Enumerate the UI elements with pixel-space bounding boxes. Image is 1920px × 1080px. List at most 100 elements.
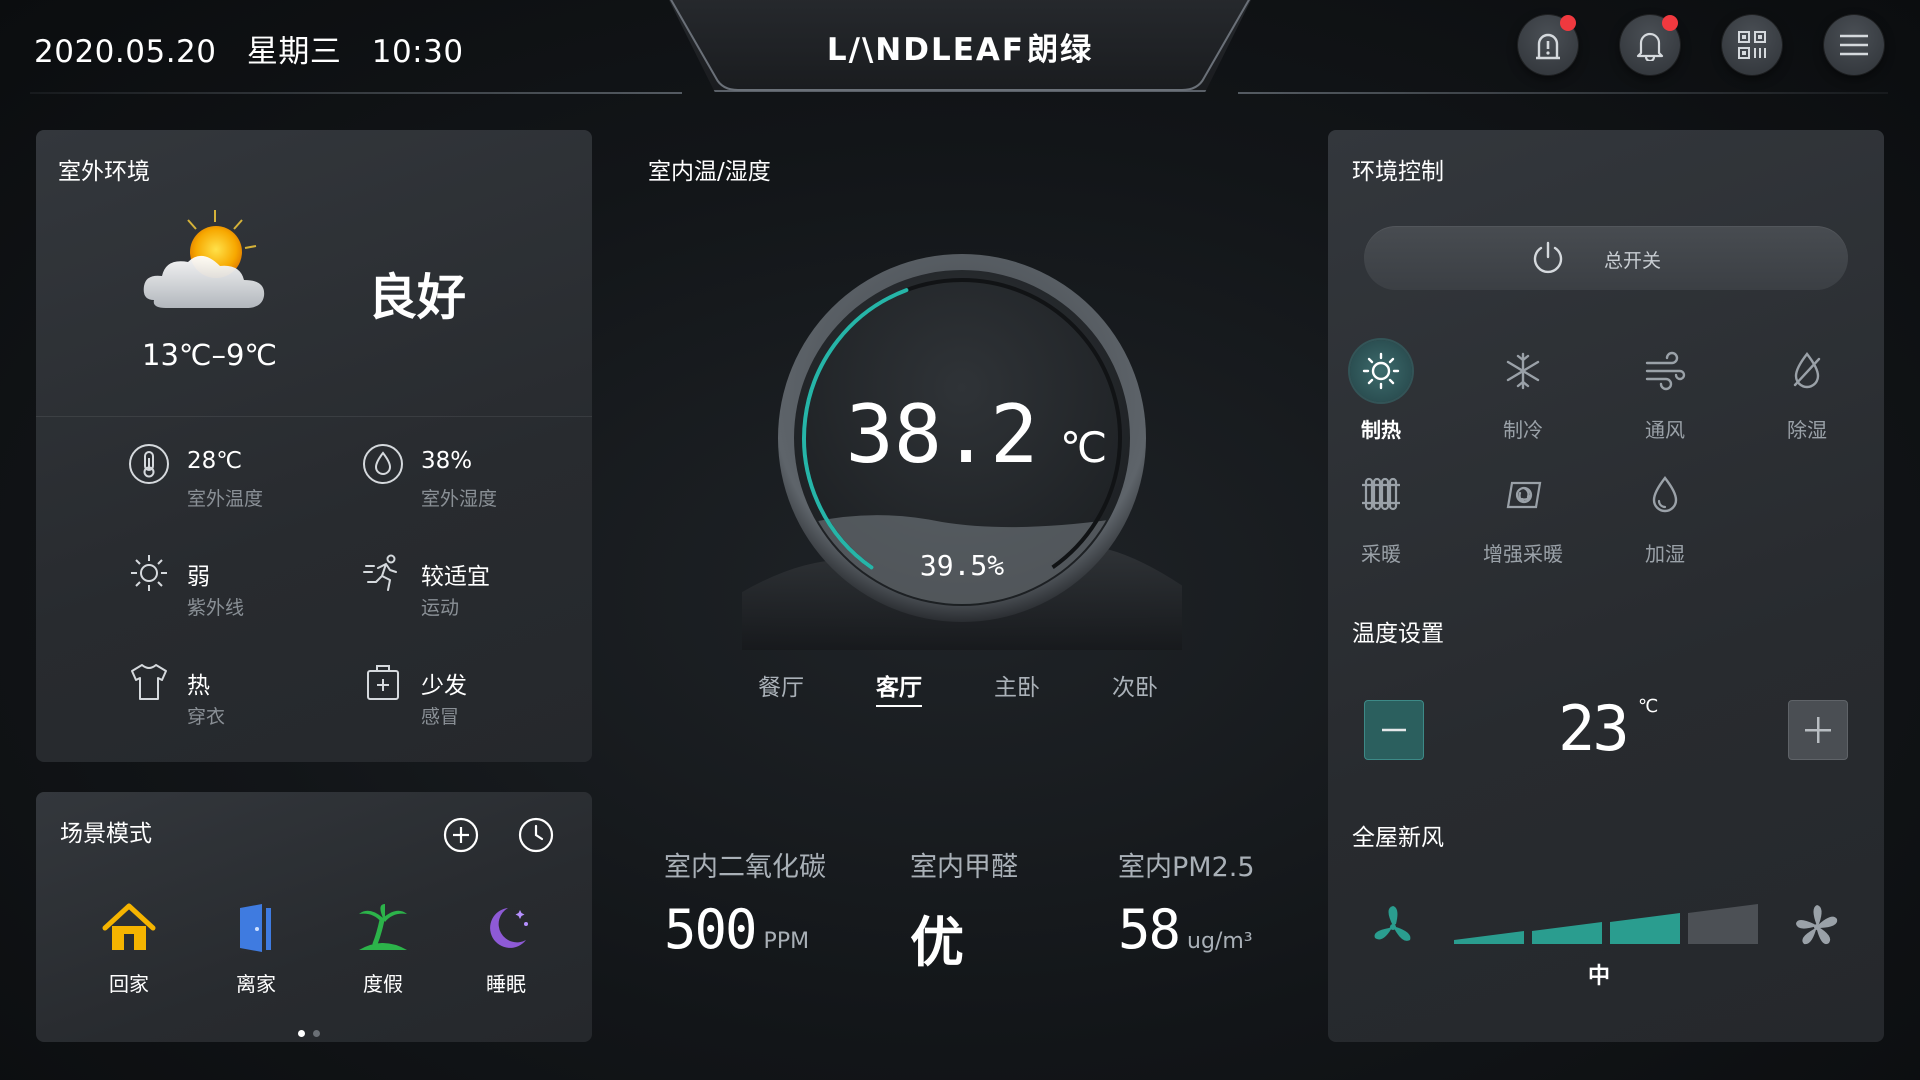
mode-heating-icon-wrap bbox=[1350, 340, 1412, 402]
stat-label: 紫外线 bbox=[187, 597, 245, 619]
outdoor-panel-title: 室外环境 bbox=[58, 159, 150, 185]
power-icon bbox=[1533, 241, 1563, 274]
setpoint-unit: ℃ bbox=[1638, 696, 1659, 717]
co2-value: 500 bbox=[664, 898, 758, 961]
fan-speed-bar[interactable] bbox=[1454, 931, 1524, 944]
formaldehyde-label: 室内甲醛 bbox=[910, 852, 1018, 883]
moon-icon bbox=[490, 908, 528, 948]
mode-radiator-heating[interactable]: 采暖 bbox=[1326, 464, 1436, 567]
fan-speed-bar[interactable] bbox=[1688, 904, 1758, 944]
header-divider-right bbox=[1238, 92, 1888, 94]
weekday-text: 星期三 bbox=[246, 34, 342, 70]
stat-value: 弱 bbox=[187, 564, 210, 590]
indoor-panel-title: 室内温/湿度 bbox=[648, 159, 771, 185]
stat-value: 38% bbox=[421, 448, 473, 474]
header-divider-left bbox=[30, 92, 682, 94]
indoor-climate-gauge: 38.2 ℃ 39.5% bbox=[742, 254, 1182, 650]
fresh-air-title: 全屋新风 bbox=[1352, 825, 1444, 851]
temp-setpoint: 23 ℃ bbox=[1558, 692, 1658, 765]
stat-value: 28℃ bbox=[187, 448, 243, 474]
formaldehyde-value: 优 bbox=[910, 911, 964, 974]
mode-label: 增强采暖 bbox=[1483, 542, 1563, 566]
mode-heating[interactable]: 制热 bbox=[1326, 340, 1436, 443]
date-text: 2020.05.20 bbox=[34, 34, 217, 70]
qr-code-icon bbox=[1738, 31, 1766, 59]
mode-label: 采暖 bbox=[1361, 542, 1401, 566]
indoor-humidity: 39.5% bbox=[920, 549, 1004, 582]
master-switch-label: 总开关 bbox=[1604, 250, 1662, 272]
notification-button[interactable] bbox=[1620, 15, 1680, 75]
mode-ventilation-icon-wrap bbox=[1634, 340, 1696, 402]
pager-dot[interactable] bbox=[313, 1030, 320, 1037]
alarm-button[interactable] bbox=[1518, 15, 1578, 75]
mode-ventilation[interactable]: 通风 bbox=[1610, 340, 1720, 443]
scene-vacation[interactable]: 度假 bbox=[338, 902, 428, 997]
bell-icon bbox=[1636, 32, 1664, 61]
stat-label: 室外湿度 bbox=[421, 488, 498, 510]
qr-code-button[interactable] bbox=[1722, 15, 1782, 75]
mode-boost-icon-wrap bbox=[1492, 464, 1554, 526]
temp-increase-button[interactable] bbox=[1788, 700, 1848, 760]
pm25-unit: ug/m³ bbox=[1187, 929, 1253, 954]
stat-label: 运动 bbox=[421, 597, 460, 619]
master-switch-button[interactable]: 总开关 bbox=[1364, 226, 1848, 290]
mode-label: 通风 bbox=[1645, 418, 1685, 442]
fan-speed-bar[interactable] bbox=[1610, 913, 1680, 944]
palm-tree-icon bbox=[359, 904, 407, 950]
water-drop-icon bbox=[363, 444, 403, 484]
dehumidify-icon bbox=[1793, 352, 1821, 389]
temp-setting-title: 温度设置 bbox=[1352, 621, 1444, 647]
fan-speed-bar[interactable] bbox=[1532, 922, 1602, 944]
fan-level-label: 中 bbox=[1588, 964, 1611, 989]
pm25-value: 58 bbox=[1118, 898, 1181, 961]
stat-clothing: 热 穿衣 bbox=[128, 661, 358, 731]
mode-dehumidify[interactable]: 除湿 bbox=[1752, 340, 1862, 443]
add-scene-icon[interactable] bbox=[443, 817, 479, 853]
temp-decrease-button[interactable] bbox=[1364, 700, 1424, 760]
tab-room-second-bedroom[interactable]: 次卧 bbox=[1112, 668, 1158, 702]
stat-uv-index: 弱 紫外线 bbox=[128, 552, 358, 622]
mode-cooling-icon-wrap bbox=[1492, 340, 1554, 402]
scene-sleep[interactable]: 睡眠 bbox=[461, 902, 551, 997]
sun-icon bbox=[131, 555, 167, 591]
indoor-temperature-unit: ℃ bbox=[1060, 423, 1107, 472]
scene-pager[interactable] bbox=[298, 1022, 328, 1041]
scene-label: 度假 bbox=[363, 972, 403, 996]
plus-icon bbox=[1805, 717, 1831, 743]
stat-value: 较适宜 bbox=[421, 564, 490, 590]
logo-cn: 朗绿 bbox=[1027, 32, 1094, 68]
pm25-label: 室内PM2.5 bbox=[1118, 852, 1255, 883]
outdoor-summary: 室外环境 良好 13℃–9℃ bbox=[36, 130, 592, 417]
tab-room-dining[interactable]: 餐厅 bbox=[758, 668, 804, 702]
fan-high-icon[interactable] bbox=[1792, 902, 1842, 952]
fan-low-icon[interactable] bbox=[1370, 904, 1416, 950]
partly-cloudy-icon bbox=[143, 210, 265, 308]
menu-button[interactable] bbox=[1824, 15, 1884, 75]
environment-control-panel: 环境控制 总开关 制热 制冷 通风 除湿 采暖 增强采暖 加湿 温度设置 23 … bbox=[1328, 130, 1884, 1042]
brand-logo: L/\NDLEAF朗绿 bbox=[668, 24, 1252, 69]
clock-icon[interactable] bbox=[518, 817, 554, 853]
env-panel-title: 环境控制 bbox=[1352, 159, 1444, 185]
scene-home[interactable]: 回家 bbox=[84, 902, 174, 997]
mode-cooling[interactable]: 制冷 bbox=[1468, 340, 1578, 443]
tab-room-living[interactable]: 客厅 bbox=[876, 668, 922, 707]
mode-label: 制热 bbox=[1361, 418, 1401, 442]
water-drop-icon bbox=[1652, 476, 1678, 513]
hamburger-menu-icon bbox=[1840, 34, 1868, 56]
mode-humidify[interactable]: 加湿 bbox=[1610, 464, 1720, 567]
outdoor-environment-panel: 室外环境 良好 13℃–9℃ 28℃ 室外温度 38% 室外湿度 弱 紫外线 较… bbox=[36, 130, 592, 762]
time-text: 10:30 bbox=[371, 34, 464, 70]
mode-boost-heating[interactable]: 增强采暖 bbox=[1468, 464, 1578, 567]
pager-dot-active[interactable] bbox=[298, 1030, 305, 1037]
radiator-icon bbox=[1362, 477, 1400, 511]
formaldehyde-reading: 室内甲醛 优 bbox=[910, 845, 1018, 977]
tab-room-master-bedroom[interactable]: 主卧 bbox=[994, 668, 1040, 702]
scene-away[interactable]: 离家 bbox=[211, 902, 301, 997]
medical-kit-icon bbox=[367, 665, 399, 700]
mode-label: 制冷 bbox=[1503, 418, 1543, 442]
stat-value: 热 bbox=[187, 673, 210, 699]
air-quality-status: 良好 bbox=[368, 269, 467, 326]
stat-outdoor-humidity: 38% 室外湿度 bbox=[362, 443, 592, 513]
stat-exercise: 较适宜 运动 bbox=[362, 552, 592, 622]
fan-speed-bars[interactable] bbox=[1454, 900, 1764, 952]
